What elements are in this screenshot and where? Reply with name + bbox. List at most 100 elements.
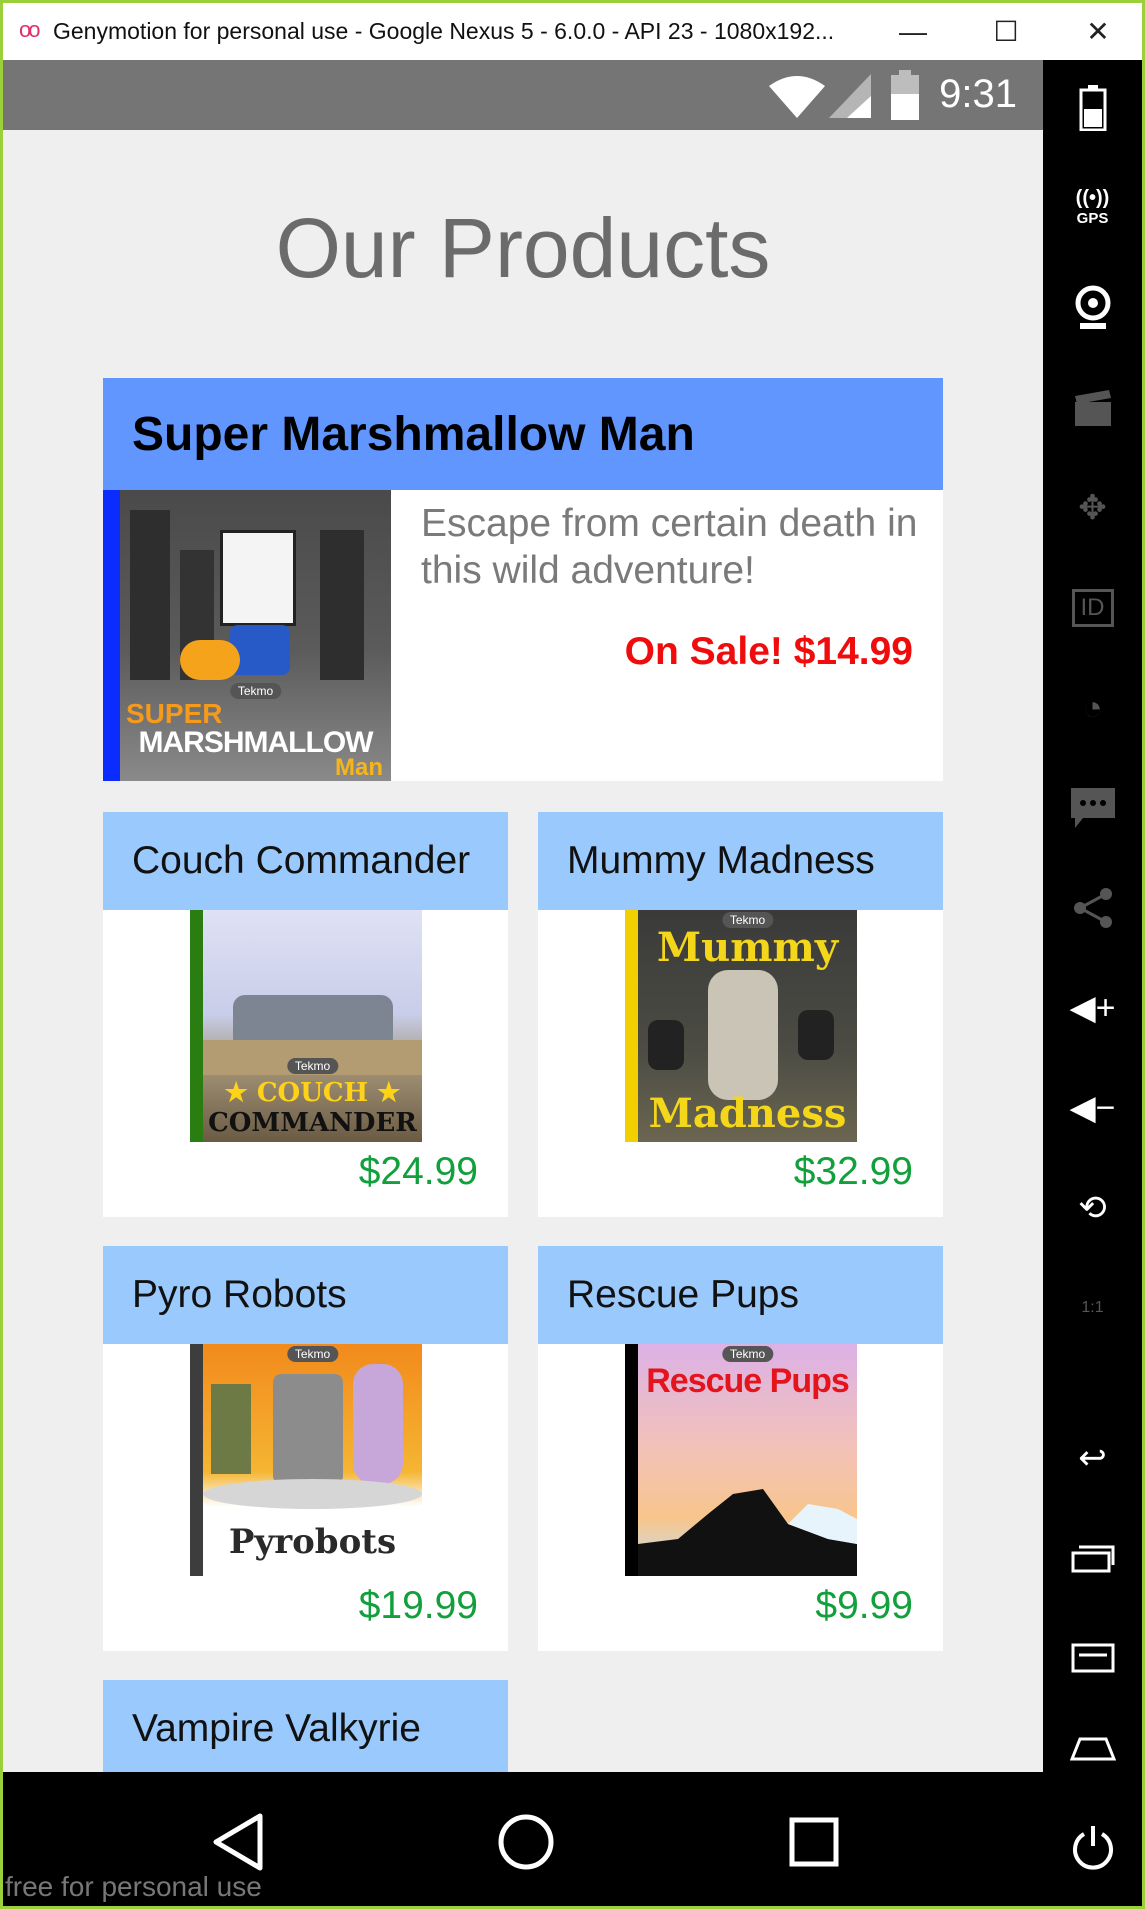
product-cover-brand: Tekmo (721, 1346, 774, 1362)
volume-up-icon: ◀+ (1069, 989, 1116, 1027)
webcam-widget-button[interactable] (1043, 278, 1142, 338)
product-title: Pyro Robots (103, 1246, 508, 1344)
window-titlebar: oo Genymotion for personal use - Google … (3, 3, 1142, 60)
watermark-text: free for personal use (5, 1871, 262, 1902)
featured-cover-line3: Man (335, 754, 383, 781)
product-cover-line1: Mummy (656, 924, 839, 971)
wifi-icon (769, 76, 825, 118)
recent-apps-button[interactable] (1043, 1528, 1142, 1588)
featured-sale-price: On Sale! $14.99 (624, 630, 913, 673)
share-widget-button[interactable] (1043, 878, 1142, 938)
rotate-button[interactable]: ⟲ (1043, 1178, 1142, 1238)
emulator-window: oo Genymotion for personal use - Google … (0, 0, 1145, 1909)
gps-label: GPS (1076, 210, 1109, 227)
featured-cover-image: Tekmo SUPER MARSHMALLOW Man (120, 490, 391, 781)
clapperboard-icon (1074, 390, 1111, 426)
nav-back-icon (213, 1813, 263, 1871)
phone-screen: 9:31 Our Products Super Marshmallow Man … (3, 60, 1043, 1772)
product-card[interactable]: Mummy Madness Tekmo Mummy Madness $32.99 (538, 812, 943, 1217)
product-cover-line2: Madness (648, 1090, 847, 1137)
product-cover-brand: Tekmo (286, 1058, 339, 1074)
battery-icon (891, 70, 919, 120)
power-icon (1072, 1826, 1113, 1870)
screencast-widget-button[interactable] (1043, 378, 1142, 438)
product-accent-bar (625, 1344, 638, 1576)
product-card[interactable]: Couch Commander Tekmo ★ COUCH ★ COMMANDE… (103, 812, 508, 1217)
product-accent-bar (190, 1344, 203, 1576)
volume-down-button[interactable]: ◀− (1043, 1078, 1142, 1138)
identifiers-widget-button[interactable]: ID (1043, 578, 1142, 638)
maximize-button[interactable]: ☐ (961, 3, 1051, 60)
minimize-icon: — (899, 15, 927, 47)
remote-control-widget-button[interactable]: ✥ (1043, 478, 1142, 538)
nav-home-button[interactable] (481, 1802, 571, 1882)
recent-apps-icon (1071, 1545, 1114, 1573)
back-arrow-icon: ↩ (1078, 1439, 1107, 1477)
home-icon (1069, 1737, 1116, 1761)
product-card[interactable]: Vampire Valkyrie (103, 1680, 508, 1772)
product-cover-line1: Rescue Pups (646, 1362, 850, 1400)
featured-description: Escape from certain death in this wild a… (421, 502, 918, 592)
featured-cover-brand: Tekmo (229, 683, 282, 699)
gps-widget-button[interactable]: ((•)) GPS (1043, 177, 1142, 237)
product-cover-line2: COMMANDER (208, 1108, 417, 1138)
webcam-icon (1075, 285, 1110, 329)
gps-icon: ((•)) (1075, 187, 1110, 209)
product-card[interactable]: Pyro Robots Tekmo Pyrobots $19.99 (103, 1246, 508, 1651)
close-button[interactable]: ✕ (1053, 3, 1142, 60)
emulator-side-toolbar: ((•)) GPS ✥ ID ◔ ◀+ ◀− ⟲ 1:1 ↩ (1043, 60, 1142, 1772)
network-widget-button[interactable]: ◔ (1043, 678, 1142, 738)
product-cover-brand: Tekmo (286, 1346, 339, 1362)
sms-widget-button[interactable] (1043, 778, 1142, 838)
product-title: Couch Commander (103, 812, 508, 910)
minimize-button[interactable]: — (868, 3, 958, 60)
product-price: $19.99 (358, 1584, 478, 1627)
message-icon (1070, 788, 1115, 828)
rss-feed-icon: ◔ (1082, 688, 1103, 727)
product-accent-bar (190, 910, 203, 1142)
featured-product-title: Super Marshmallow Man (103, 378, 943, 490)
product-title: Mummy Madness (538, 812, 943, 910)
battery-widget-icon (1079, 85, 1106, 131)
android-nav-bar: free for personal use (3, 1772, 1142, 1906)
product-cover-image: Tekmo Rescue Pups (638, 1344, 857, 1576)
status-time: 9:31 (939, 72, 1017, 116)
move-arrows-icon: ✥ (1078, 489, 1107, 527)
menu-button[interactable] (1043, 1628, 1142, 1688)
volume-up-button[interactable]: ◀+ (1043, 978, 1142, 1038)
maximize-icon: ☐ (993, 16, 1019, 47)
pixel-perfect-button[interactable]: 1:1 (1043, 1278, 1142, 1338)
product-price: $9.99 (815, 1584, 913, 1627)
product-card[interactable]: Rescue Pups Tekmo Rescue Pups $9.99 (538, 1246, 943, 1651)
mountain-silhouette (638, 1489, 857, 1576)
product-cover-line1: Pyrobots (228, 1522, 397, 1562)
close-icon: ✕ (1086, 16, 1110, 47)
product-price: $32.99 (793, 1150, 913, 1193)
back-button[interactable]: ↩ (1043, 1428, 1142, 1488)
window-title: Genymotion for personal use - Google Nex… (53, 18, 835, 44)
nav-recents-icon (789, 1817, 839, 1867)
page-title: Our Products (275, 201, 771, 295)
product-title: Rescue Pups (538, 1246, 943, 1344)
product-cover-image: Tekmo ★ COUCH ★ COMMANDER (203, 910, 422, 1142)
product-cover-image: Tekmo Mummy Madness (638, 910, 857, 1142)
product-accent-bar (625, 910, 638, 1142)
share-icon (1073, 888, 1112, 928)
product-title: Vampire Valkyrie (103, 1680, 508, 1772)
nav-recents-button[interactable] (769, 1802, 859, 1882)
nav-back-button[interactable] (193, 1802, 283, 1882)
power-button[interactable] (1043, 1817, 1142, 1877)
rotate-screen-icon: ⟲ (1078, 1189, 1107, 1227)
volume-down-icon: ◀− (1069, 1089, 1116, 1127)
nav-home-icon (498, 1814, 554, 1870)
product-cover-line1: ★ COUCH ★ (224, 1078, 401, 1108)
featured-product-card[interactable]: Super Marshmallow Man Tekmo SUPER MARSHM… (103, 378, 943, 781)
genymotion-logo-icon: oo (19, 17, 41, 42)
status-bar: 9:31 (3, 60, 1043, 130)
id-icon: ID (1071, 589, 1114, 627)
menu-icon (1071, 1643, 1114, 1673)
product-price: $24.99 (358, 1150, 478, 1193)
home-button[interactable] (1043, 1718, 1142, 1778)
battery-widget-button[interactable] (1043, 78, 1142, 138)
product-cover-image: Tekmo Pyrobots (203, 1344, 422, 1576)
